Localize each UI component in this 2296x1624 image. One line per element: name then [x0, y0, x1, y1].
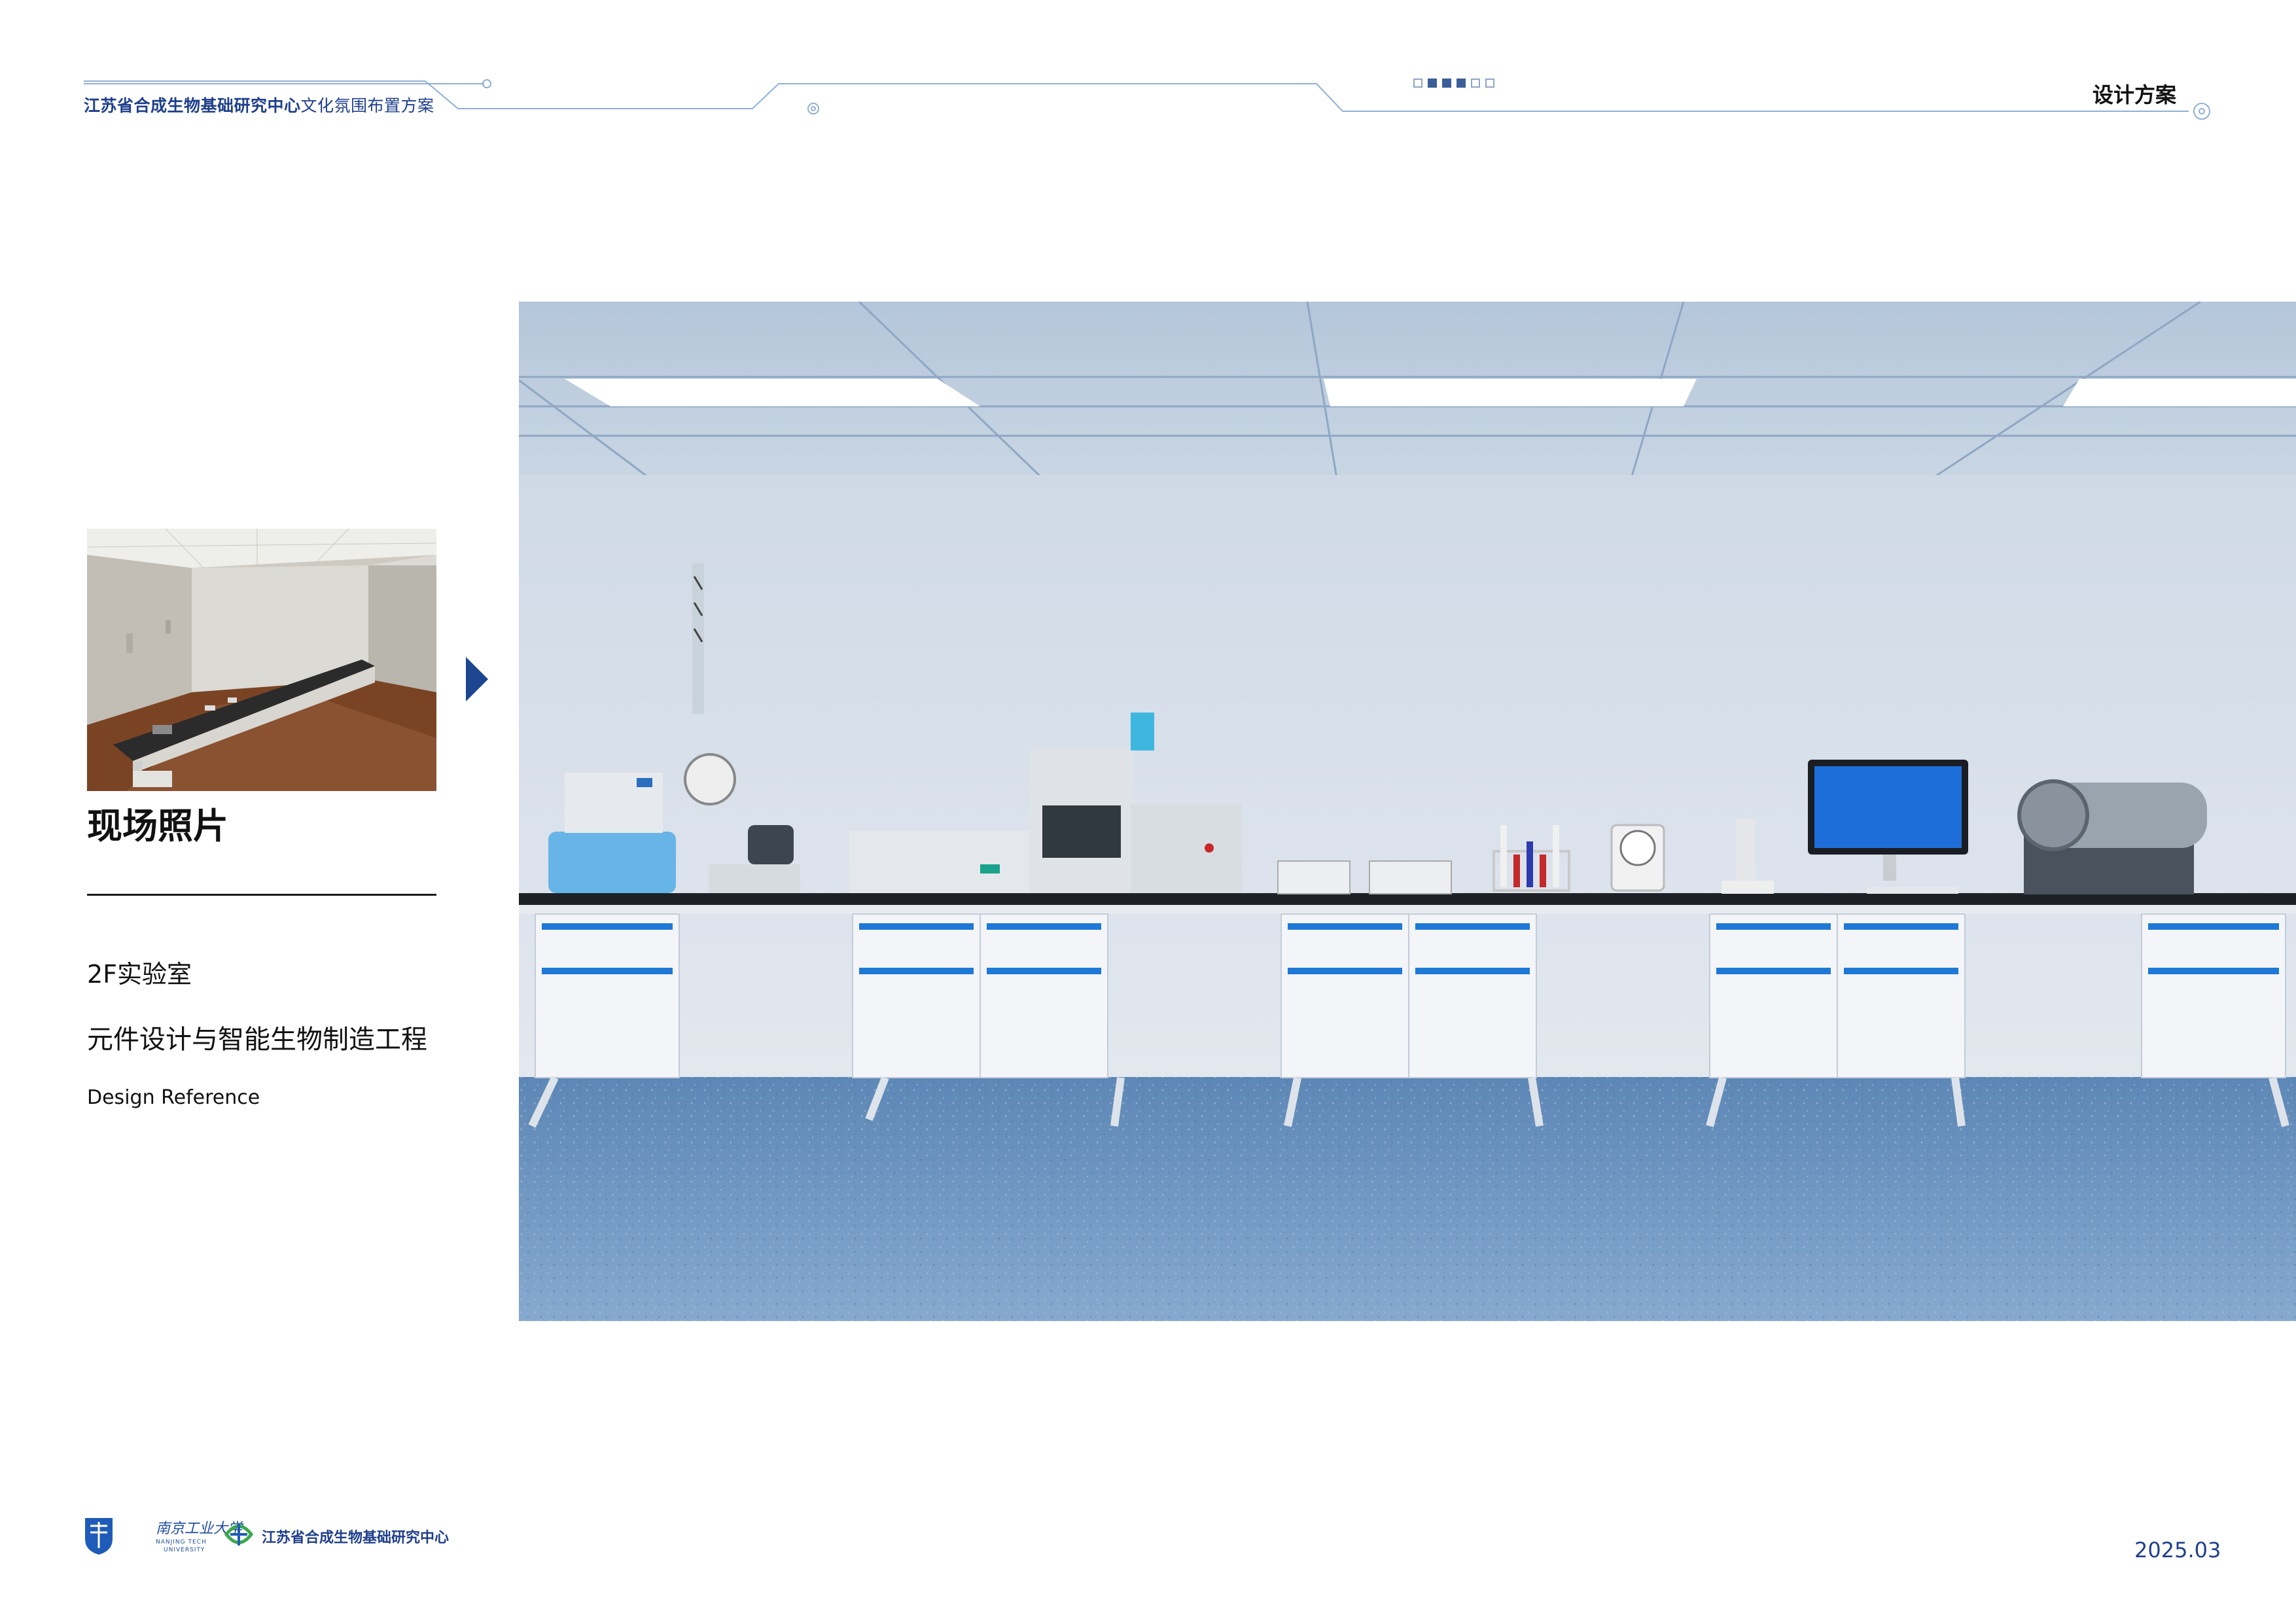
page-dot — [1442, 79, 1451, 88]
section-label: 设计方案 — [2093, 82, 2177, 107]
document-date: 2025.03 — [2134, 1538, 2221, 1562]
pointer-arrow-icon — [466, 657, 488, 701]
university-name-en: UNIVERSITY — [164, 1547, 205, 1553]
design-reference-label: Design Reference — [87, 1086, 260, 1109]
page-dot — [1457, 79, 1466, 88]
photo-heading: 现场照片 — [87, 805, 228, 847]
document-title: 江苏省合成生物基础研究中心文化氛围布置方案 — [84, 96, 434, 115]
page-indicator — [1413, 79, 1494, 88]
university-name-en: NANJING TECH — [156, 1539, 207, 1545]
room-label: 2F实验室 — [87, 960, 192, 989]
divider — [87, 894, 436, 896]
lab-design-render — [519, 302, 2296, 1321]
center-name: 江苏省合成生物基础研究中心 — [262, 1530, 450, 1546]
university-logo — [84, 1517, 156, 1559]
center-logo — [221, 1518, 256, 1553]
page-dot — [1485, 79, 1494, 88]
lab-name: 元件设计与智能生物制造工程 — [87, 1025, 427, 1055]
site-photo — [87, 529, 436, 791]
page-dot — [1428, 79, 1437, 88]
page-dot — [1413, 79, 1422, 88]
page-dot — [1471, 79, 1480, 88]
